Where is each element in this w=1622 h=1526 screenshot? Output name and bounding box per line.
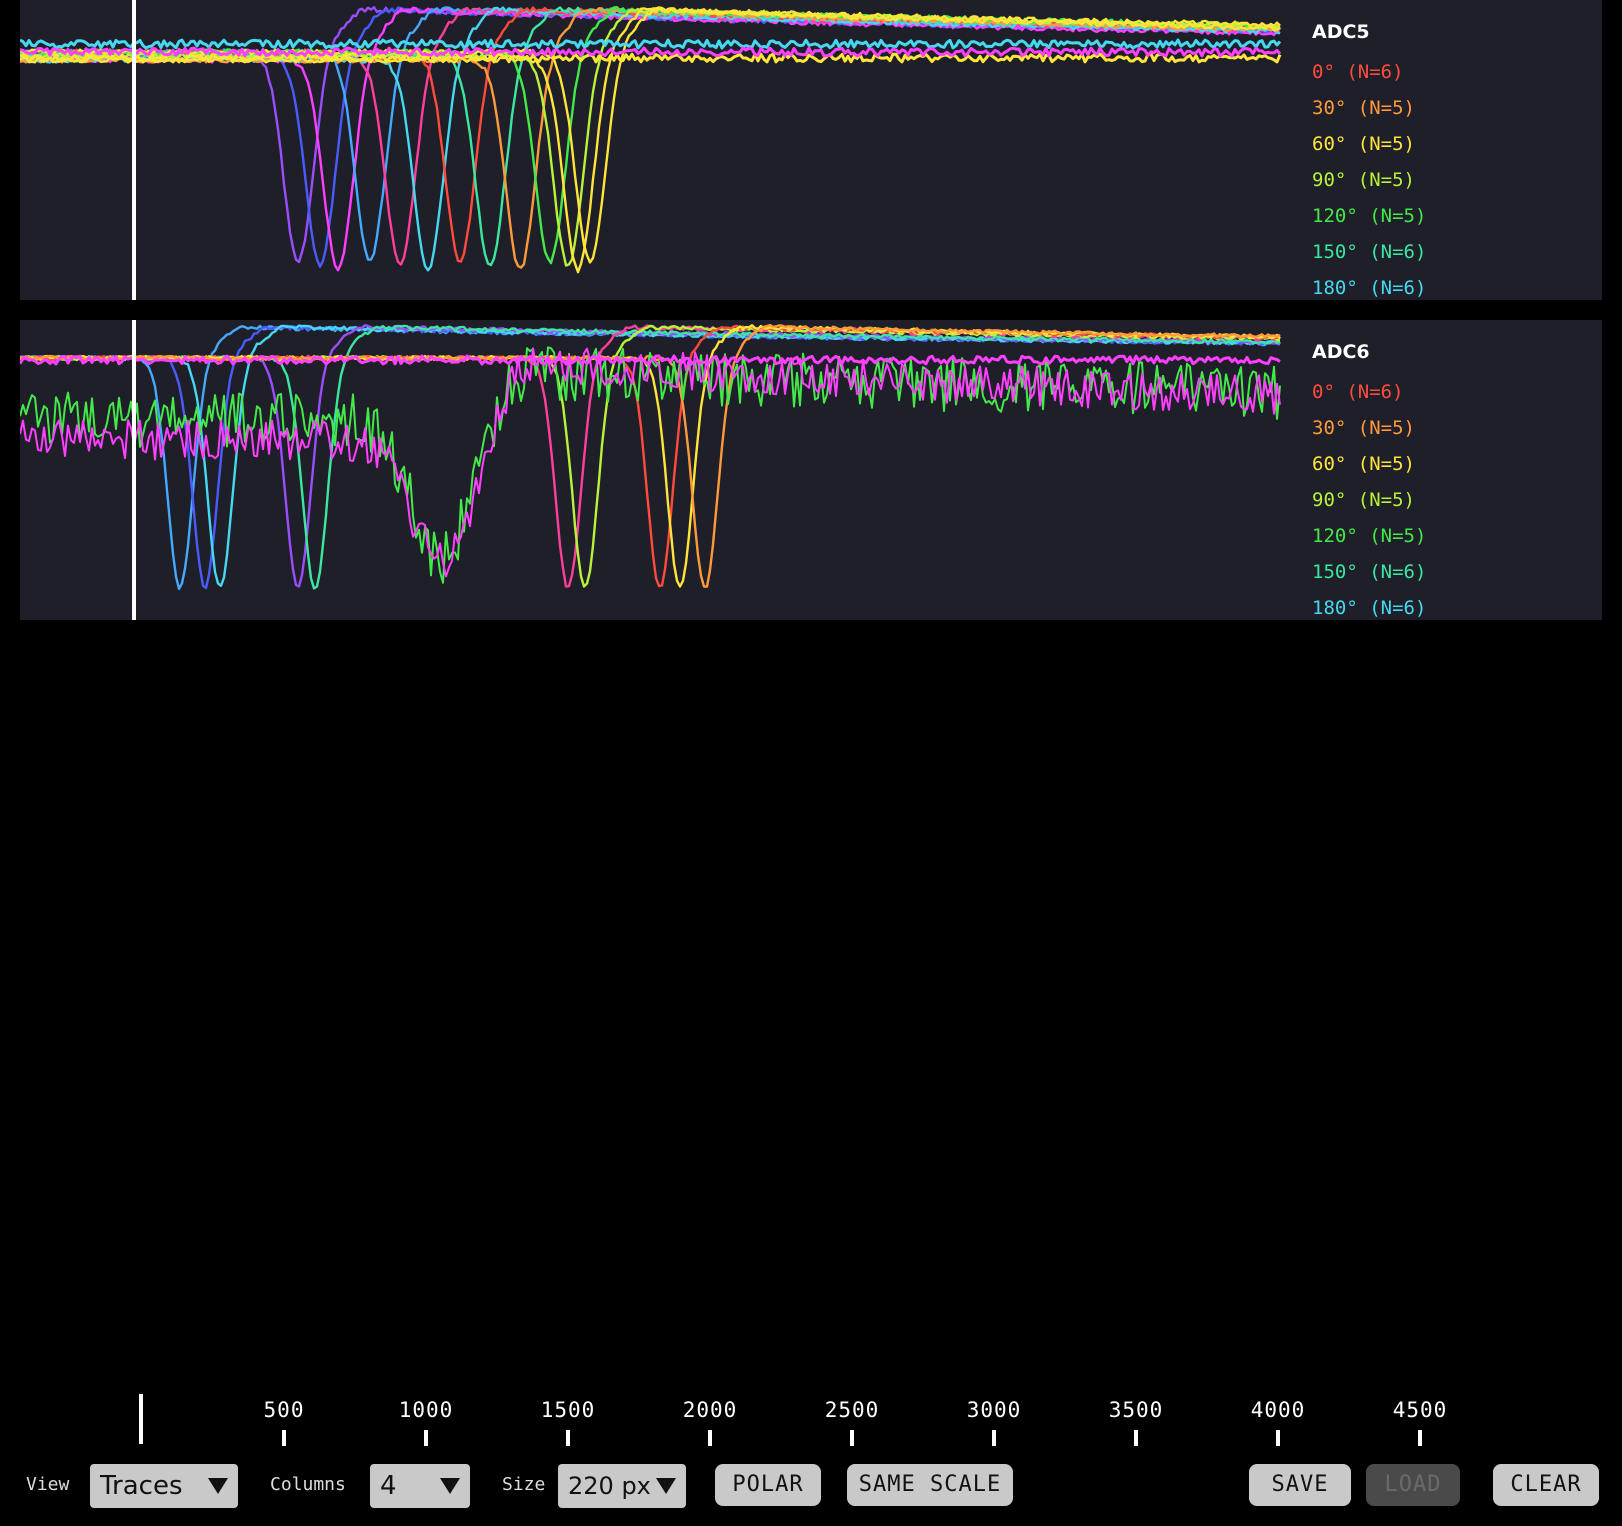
clear-button[interactable]: CLEAR bbox=[1493, 1464, 1599, 1506]
legend-entry-180: 180° (N=6) bbox=[1312, 597, 1427, 619]
legend-entry-60: 60° (N=5) bbox=[1312, 133, 1415, 155]
trace-plot-adc5[interactable] bbox=[20, 0, 1282, 300]
tick-label: 2000 bbox=[682, 1398, 738, 1422]
legend-entry-0: 0° (N=6) bbox=[1312, 61, 1404, 83]
tick-mark bbox=[1276, 1430, 1280, 1446]
legend-adc5: ADC5 0° (N=6) 30° (N=5) 60° (N=5) 90° (N… bbox=[1312, 20, 1426, 300]
tick-mark bbox=[850, 1430, 854, 1446]
view-select[interactable]: Traces bbox=[90, 1464, 238, 1508]
polar-button[interactable]: POLAR bbox=[715, 1464, 821, 1506]
panel-title: ADC5 bbox=[1312, 21, 1370, 43]
legend-entry-180: 180° (N=6) bbox=[1312, 277, 1427, 299]
trace-plot-adc6[interactable] bbox=[20, 320, 1282, 620]
size-label: Size bbox=[502, 1474, 546, 1495]
time-cursor[interactable] bbox=[132, 0, 136, 300]
axis-cursor[interactable] bbox=[139, 1394, 143, 1444]
waveform-trace bbox=[20, 347, 1281, 578]
tick-label: 500 bbox=[263, 1398, 305, 1422]
size-select-value: 220 px bbox=[568, 1472, 651, 1500]
legend-entry-90: 90° (N=5) bbox=[1312, 489, 1415, 511]
tick-label: 1500 bbox=[540, 1398, 596, 1422]
tick-label: 4000 bbox=[1250, 1398, 1306, 1422]
panel-title: ADC6 bbox=[1312, 341, 1370, 363]
chevron-down-icon bbox=[208, 1478, 228, 1494]
save-button[interactable]: SAVE bbox=[1249, 1464, 1351, 1506]
columns-label: Columns bbox=[270, 1474, 346, 1495]
chevron-down-icon bbox=[440, 1478, 460, 1494]
tick-label: 3500 bbox=[1108, 1398, 1164, 1422]
tick-label: 2500 bbox=[824, 1398, 880, 1422]
legend-entry-120: 120° (N=5) bbox=[1312, 205, 1427, 227]
legend-entry-60: 60° (N=5) bbox=[1312, 453, 1415, 475]
view-label: View bbox=[26, 1474, 70, 1495]
legend-adc6: ADC6 0° (N=6) 30° (N=5) 60° (N=5) 90° (N… bbox=[1312, 340, 1426, 620]
time-axis[interactable]: 500 1000 1500 2000 2500 3000 3500 4000 4… bbox=[0, 1390, 1622, 1450]
size-select[interactable]: 220 px bbox=[558, 1464, 686, 1508]
tick-mark bbox=[992, 1430, 996, 1446]
legend-entry-120: 120° (N=5) bbox=[1312, 525, 1427, 547]
chevron-down-icon bbox=[656, 1478, 676, 1494]
legend-entry-30: 30° (N=5) bbox=[1312, 97, 1415, 119]
time-cursor[interactable] bbox=[132, 320, 136, 620]
tick-mark bbox=[1418, 1430, 1422, 1446]
bottom-toolbar: View Traces Columns 4 Size 220 px POLAR … bbox=[0, 1460, 1622, 1510]
view-select-value: Traces bbox=[100, 1471, 183, 1501]
legend-entry-90: 90° (N=5) bbox=[1312, 169, 1415, 191]
tick-label: 1000 bbox=[398, 1398, 454, 1422]
same-scale-button[interactable]: SAME SCALE bbox=[847, 1464, 1013, 1506]
tick-mark bbox=[566, 1430, 570, 1446]
tick-label: 3000 bbox=[966, 1398, 1022, 1422]
legend-entry-0: 0° (N=6) bbox=[1312, 381, 1404, 403]
legend-entry-150: 150° (N=6) bbox=[1312, 561, 1427, 583]
legend-entry-150: 150° (N=6) bbox=[1312, 241, 1427, 263]
tick-label: 4500 bbox=[1392, 1398, 1448, 1422]
tick-mark bbox=[424, 1430, 428, 1446]
columns-select[interactable]: 4 bbox=[370, 1464, 470, 1508]
legend-entry-30: 30° (N=5) bbox=[1312, 417, 1415, 439]
trace-panel-adc6: ADC6 0° (N=6) 30° (N=5) 60° (N=5) 90° (N… bbox=[20, 320, 1602, 620]
tick-mark bbox=[708, 1430, 712, 1446]
load-button[interactable]: LOAD bbox=[1366, 1464, 1460, 1506]
columns-select-value: 4 bbox=[380, 1471, 397, 1501]
tick-mark bbox=[1134, 1430, 1138, 1446]
tick-mark bbox=[282, 1430, 286, 1446]
trace-panel-adc5: ADC5 0° (N=6) 30° (N=5) 60° (N=5) 90° (N… bbox=[20, 0, 1602, 300]
